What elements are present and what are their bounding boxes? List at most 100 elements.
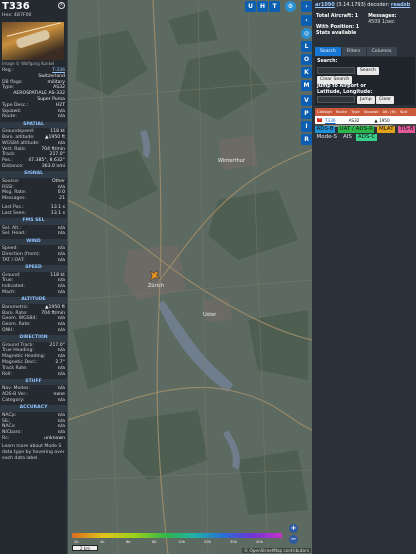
settings-icon[interactable]: ⚙ bbox=[285, 1, 296, 12]
source-badge: AIS bbox=[342, 134, 352, 140]
tab-columns[interactable]: Columns bbox=[366, 47, 397, 56]
layers-icon[interactable]: ‹ bbox=[301, 15, 312, 26]
section-header-spatial[interactable]: SPATIAL bbox=[0, 121, 67, 129]
field-row: TAT / OAT: n/a bbox=[2, 258, 65, 264]
field-row: Route: n/a bbox=[2, 114, 65, 120]
table-header: Callsign Route Type Squawk Alt. (ft) Spd bbox=[315, 108, 416, 116]
section-header-fms-sel[interactable]: FMS SEL bbox=[0, 218, 67, 225]
search-button[interactable]: Search bbox=[357, 67, 379, 75]
row-alt: ▲ 1950 bbox=[374, 117, 390, 123]
altitude-label: 20k bbox=[204, 539, 212, 544]
stats-link[interactable]: Stats available bbox=[316, 31, 356, 36]
stats-block: Total Aircraft: 1 Messages: 4509 1/sec W… bbox=[316, 14, 397, 36]
source-badge: MLAT bbox=[377, 126, 396, 133]
altitude-label: 40k bbox=[256, 539, 264, 544]
map-label-zurich: Zürich bbox=[148, 283, 164, 289]
version-text: (3.14.1793) decoder: bbox=[336, 2, 390, 8]
osm-attribution[interactable]: © OpenStreetMap contributors bbox=[241, 548, 311, 553]
field-label: Distance: bbox=[2, 163, 24, 169]
clear-search-button[interactable]: Clear Search bbox=[317, 76, 353, 84]
column-header[interactable]: Route bbox=[334, 108, 349, 116]
toggle-u-button[interactable]: U bbox=[245, 1, 256, 12]
hex-code: Hex: 4B7F00 bbox=[2, 13, 32, 18]
target-icon[interactable]: ◎ bbox=[301, 28, 312, 39]
field-value: unknown bbox=[44, 436, 65, 442]
column-header[interactable]: Squawk bbox=[362, 108, 381, 116]
tab-filters[interactable]: Filters bbox=[341, 47, 366, 56]
collapse-sidebar-icon[interactable]: › bbox=[301, 1, 312, 12]
close-icon[interactable]: × bbox=[58, 2, 65, 9]
tab-search[interactable]: Search bbox=[315, 47, 341, 56]
zoom-out-button[interactable]: − bbox=[289, 535, 298, 544]
jump-input[interactable] bbox=[317, 96, 355, 103]
jump-button[interactable]: Jump bbox=[357, 96, 375, 104]
column-header[interactable]: Spd bbox=[398, 108, 409, 116]
source-legend-2: Mode-S AIS ADS-C bbox=[315, 134, 377, 141]
toggle-p-button[interactable]: P bbox=[301, 108, 312, 119]
field-label: TAT / OAT: bbox=[2, 257, 25, 263]
table-row[interactable]: T336 AS32 ▲ 1950 bbox=[315, 116, 416, 124]
field-value: 13.1 s bbox=[50, 210, 65, 216]
source-badge: Mode-S bbox=[316, 134, 337, 140]
section-header-direction[interactable]: DIRECTION bbox=[0, 335, 67, 342]
clear-jump-button[interactable]: Clear bbox=[376, 96, 395, 104]
field-value: n/a bbox=[57, 114, 65, 120]
map-view[interactable]: Zürich Winterthur Uster U H T ⚙ › ‹ ◎ L … bbox=[68, 0, 312, 554]
field-row: QNH: n/a bbox=[2, 328, 65, 334]
decoder-link[interactable]: readsb bbox=[391, 2, 410, 8]
section-header-altitude[interactable]: ALTITUDE bbox=[0, 297, 67, 304]
section-rows: Sel. Alt.: n/a Sel. Head.: n/a bbox=[0, 226, 67, 238]
section-rows: Speed: n/a Direction (from): n/a TAT / OAT: n… bbox=[0, 246, 67, 263]
field-value: n/a bbox=[57, 289, 65, 295]
map-label-winterthur: Winterthur bbox=[218, 158, 246, 164]
altitude-label: 8k bbox=[152, 539, 157, 544]
jump-label: Jump to Airport or Latitude, Longitude: bbox=[317, 84, 373, 95]
toggle-r-button[interactable]: R bbox=[301, 134, 312, 145]
toggle-o-button[interactable]: O bbox=[301, 54, 312, 65]
zoom-in-button[interactable]: + bbox=[289, 524, 298, 533]
field-label: QNH: bbox=[2, 327, 15, 333]
row-type: AS32 bbox=[348, 117, 360, 123]
field-label: Sel. Head.: bbox=[2, 231, 27, 237]
toggle-m-button[interactable]: M bbox=[301, 80, 312, 91]
toggle-v-button[interactable]: V bbox=[301, 95, 312, 106]
column-header[interactable]: Callsign bbox=[315, 108, 334, 116]
version-link[interactable]: ar1090 bbox=[315, 2, 335, 8]
messages-label: Messages: bbox=[368, 14, 397, 19]
toggle-t-button[interactable]: T bbox=[269, 1, 280, 12]
column-header[interactable]: Alt. (ft) bbox=[381, 108, 398, 116]
section-header-signal[interactable]: SIGNAL bbox=[0, 171, 67, 178]
photo-credit: Image © Wolfgang Kunkel bbox=[2, 61, 55, 66]
map-tiles: Zürich Winterthur Uster bbox=[68, 0, 312, 554]
section-rows: Nav. Modes: n/a ADS-B Ver.: none Category: n/… bbox=[0, 386, 67, 403]
section-header-speed[interactable]: SPEED bbox=[0, 265, 67, 272]
source-badge: ADS-B bbox=[315, 126, 336, 133]
altitude-color-legend bbox=[72, 533, 282, 538]
field-label: Last Seen: bbox=[2, 210, 27, 216]
column-header[interactable]: Type bbox=[349, 108, 362, 116]
field-value: n/a bbox=[57, 398, 65, 404]
search-input[interactable] bbox=[317, 67, 355, 74]
basic-fields: Reg.: T-336 Switzerland DB flags: military Ty… bbox=[0, 68, 67, 120]
messages-value: 4509 1/sec bbox=[368, 19, 395, 25]
toggle-l-button[interactable]: L bbox=[301, 41, 312, 52]
sidebar: ar1090 (3.14.1793) decoder: readsb Total… bbox=[312, 0, 416, 554]
section-rows: Ground: 118 kt True: n/a Indicated: n/a Mach: n… bbox=[0, 273, 67, 296]
section-header-accuracy[interactable]: ACCURACY bbox=[0, 405, 67, 412]
section-header-wind[interactable]: WIND bbox=[0, 238, 67, 246]
source-badge: ADS-C bbox=[356, 134, 377, 141]
section-rows: NACp: n/a SIL: n/a NACv: n/a NICbaro: n/a Rc: unk… bbox=[0, 413, 67, 442]
toggle-k-button[interactable]: K bbox=[301, 67, 312, 78]
toggle-i-button[interactable]: I bbox=[301, 121, 312, 132]
section-rows: Source: Other RSSI: n/a Msg. Rate: 0.0 Message… bbox=[0, 179, 67, 217]
section-header-stuff[interactable]: STUFF bbox=[0, 378, 67, 386]
position-label: With Position: bbox=[316, 25, 355, 30]
field-value: 363.0 nmi bbox=[41, 163, 65, 169]
sidebar-tabs: Search Filters Columns bbox=[315, 47, 397, 56]
row-callsign[interactable]: T336 bbox=[325, 118, 336, 123]
aircraft-photo[interactable] bbox=[2, 22, 64, 60]
callsign: T336 bbox=[2, 1, 30, 12]
toggle-h-button[interactable]: H bbox=[257, 1, 268, 12]
field-value: n/a bbox=[57, 231, 65, 237]
source-badge: UAT / ADS-R bbox=[338, 126, 375, 133]
